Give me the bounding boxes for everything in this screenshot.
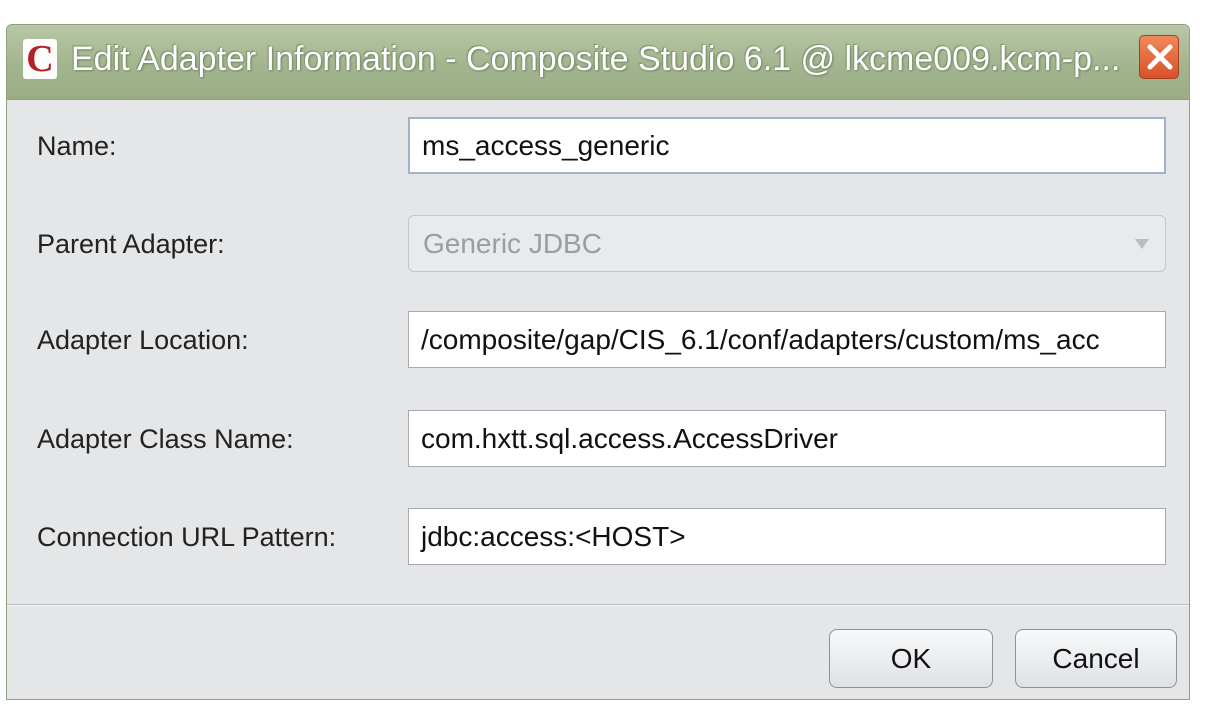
adapter-location-input[interactable]: /composite/gap/CIS_6.1/conf/adapters/cus… (408, 311, 1166, 368)
button-divider (7, 604, 1189, 606)
app-logo-icon: C (23, 39, 57, 79)
connection-url-pattern-input[interactable]: jdbc:access:<HOST> (408, 508, 1166, 565)
connection-url-pattern-label: Connection URL Pattern: (37, 522, 337, 552)
close-button[interactable] (1139, 35, 1179, 79)
parent-adapter-label: Parent Adapter: (37, 229, 225, 259)
edit-adapter-dialog: C Edit Adapter Information - Composite S… (6, 24, 1190, 700)
parent-adapter-value: Generic JDBC (423, 228, 602, 259)
ok-button[interactable]: OK (829, 629, 993, 688)
window-title: Edit Adapter Information - Composite Stu… (71, 40, 1121, 78)
parent-adapter-select[interactable]: Generic JDBC (408, 215, 1166, 272)
name-input[interactable]: ms_access_generic (408, 117, 1166, 174)
adapter-location-label: Adapter Location: (37, 325, 249, 355)
name-label: Name: (37, 131, 117, 161)
title-bar[interactable]: C Edit Adapter Information - Composite S… (7, 25, 1189, 100)
dropdown-arrow-icon (1135, 239, 1149, 249)
adapter-class-name-input[interactable]: com.hxtt.sql.access.AccessDriver (408, 410, 1166, 467)
cancel-button[interactable]: Cancel (1015, 629, 1177, 688)
close-x-icon (1147, 44, 1173, 70)
adapter-class-name-label: Adapter Class Name: (37, 424, 294, 454)
